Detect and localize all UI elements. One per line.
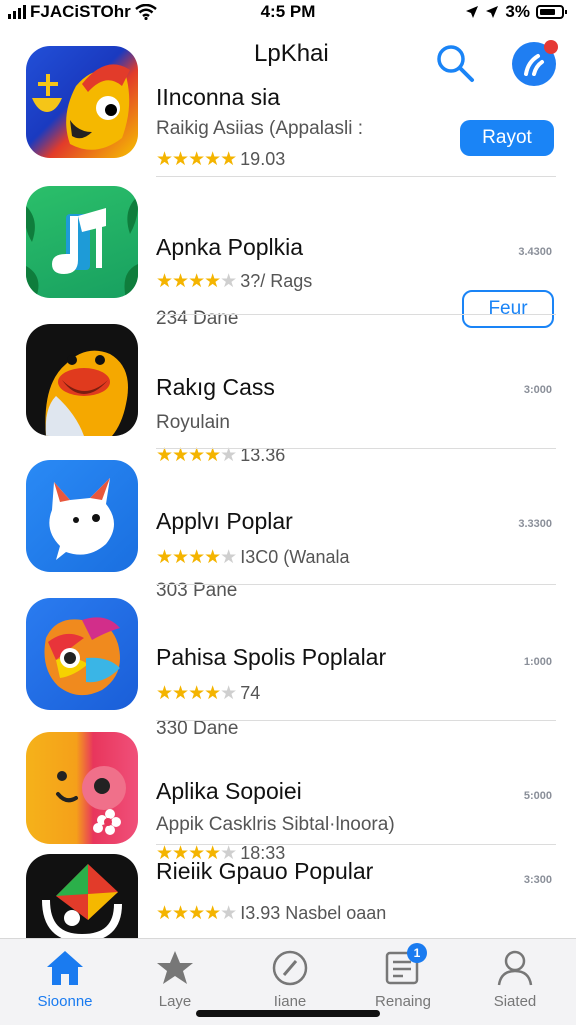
status-bar: FJACiSTOhr 4:5 PM 3%: [0, 0, 576, 26]
app-subtitle: Raikig Asiias (Appalasli :: [156, 118, 363, 139]
list-item[interactable]: IInconna sia Raikig Asiias (Appalasli : …: [0, 46, 576, 176]
tab-news[interactable]: 1 Renaing: [348, 943, 458, 1010]
app-subtitle: Appik Casklris Sibtal·lnoora): [156, 814, 395, 835]
tab-explore[interactable]: Iiane: [235, 949, 345, 1010]
app-meta: 3.4300: [518, 246, 552, 258]
app-rating: ★★★★★ I3C0 (Wanala: [156, 546, 350, 569]
list-item[interactable]: Pahisa Spolis Poplalar ★★★★★ 74 330 Dane…: [0, 598, 576, 739]
app-name: Apnka Poplkia: [156, 234, 304, 260]
list-item[interactable]: Aplika Sopoiei Appik Casklris Sibtal·lno…: [0, 732, 576, 864]
app-name: Rieiik Gpauo Popular: [156, 858, 374, 884]
app-meta: 3.3300: [518, 518, 552, 530]
row-divider: [156, 720, 556, 721]
row-divider: [156, 448, 556, 449]
location-icon: [466, 6, 479, 18]
list-item[interactable]: Applvı Poplar ★★★★★ I3C0 (Wanala 303 Pan…: [0, 460, 576, 601]
tab-badge: 1: [407, 943, 427, 963]
star-rating-icon: ★★★★★: [156, 271, 237, 292]
tab-label: Renaing: [375, 993, 431, 1010]
row-divider: [156, 584, 556, 585]
app-name: Applvı Poplar: [156, 508, 293, 534]
get-button[interactable]: Feur: [462, 290, 554, 328]
app-rating: ★★★★★ 74: [156, 682, 260, 705]
app-name: IInconna sia: [156, 84, 281, 110]
app-meta: 3:000: [523, 384, 552, 396]
tab-favorites[interactable]: Laye: [120, 949, 230, 1010]
battery-percent: 3%: [505, 2, 530, 21]
app-rating: ★★★★★ 19.03: [156, 148, 285, 171]
tab-label: Sioonne: [37, 993, 93, 1010]
status-right: 3%: [465, 2, 567, 22]
home-icon: [47, 951, 83, 985]
app-icon: [26, 598, 138, 710]
tab-home[interactable]: Sioonne: [10, 949, 120, 1010]
tab-label: Laye: [158, 993, 192, 1010]
app-icon: [26, 46, 138, 158]
app-rating: ★★★★★ I3.93 Nasbel oaan: [156, 902, 386, 925]
app-name: Aplika Sopoiei: [156, 778, 302, 804]
rating-value: 3?/ Rags: [240, 271, 313, 291]
app-name: Rakıg Cass: [156, 374, 275, 400]
tab-label: Siated: [493, 993, 537, 1010]
app-subtitle: Royulain: [156, 412, 230, 433]
row-divider: [156, 314, 556, 315]
person-icon: [497, 950, 533, 986]
app-meta: 3:300: [523, 874, 552, 886]
app-icon: [26, 324, 138, 436]
app-icon: [26, 732, 138, 844]
star-rating-icon: ★★★★★: [156, 149, 237, 170]
app-icon: [26, 460, 138, 572]
compass-icon: [272, 950, 308, 986]
star-rating-icon: ★★★★★: [156, 903, 237, 924]
list-item[interactable]: Apnka Poplkia ★★★★★ 3?/ Rags 234 Dane 3.…: [0, 186, 576, 329]
rating-value: 74: [240, 683, 261, 703]
row-divider: [156, 844, 556, 845]
home-indicator: [196, 1010, 380, 1017]
rating-value: I3.93 Nasbel oaan: [240, 903, 387, 923]
app-rating: ★★★★★ 3?/ Rags: [156, 270, 312, 293]
app-meta: 5:000: [523, 790, 552, 802]
app-meta: 1:000: [523, 656, 552, 668]
rating-value: I3C0 (Wanala: [240, 547, 350, 567]
star-icon: [157, 951, 193, 984]
app-icon: [26, 186, 138, 298]
rating-value: 19.03: [240, 149, 286, 169]
list-item[interactable]: Rieiik Gpauo Popular ★★★★★ I3.93 Nasbel …: [0, 854, 576, 966]
star-rating-icon: ★★★★★: [156, 683, 237, 704]
get-button[interactable]: Rayot: [460, 120, 554, 156]
tab-profile[interactable]: Siated: [460, 949, 570, 1010]
location-icon-2: [486, 6, 499, 18]
app-name: Pahisa Spolis Poplalar: [156, 644, 387, 670]
star-rating-icon: ★★★★★: [156, 547, 237, 568]
tab-label: Iiane: [273, 993, 307, 1010]
battery-icon: [536, 5, 567, 19]
list-item[interactable]: Rakıg Cass Royulain ★★★★★ 13.36 3:000: [0, 324, 576, 466]
row-divider: [156, 176, 556, 177]
